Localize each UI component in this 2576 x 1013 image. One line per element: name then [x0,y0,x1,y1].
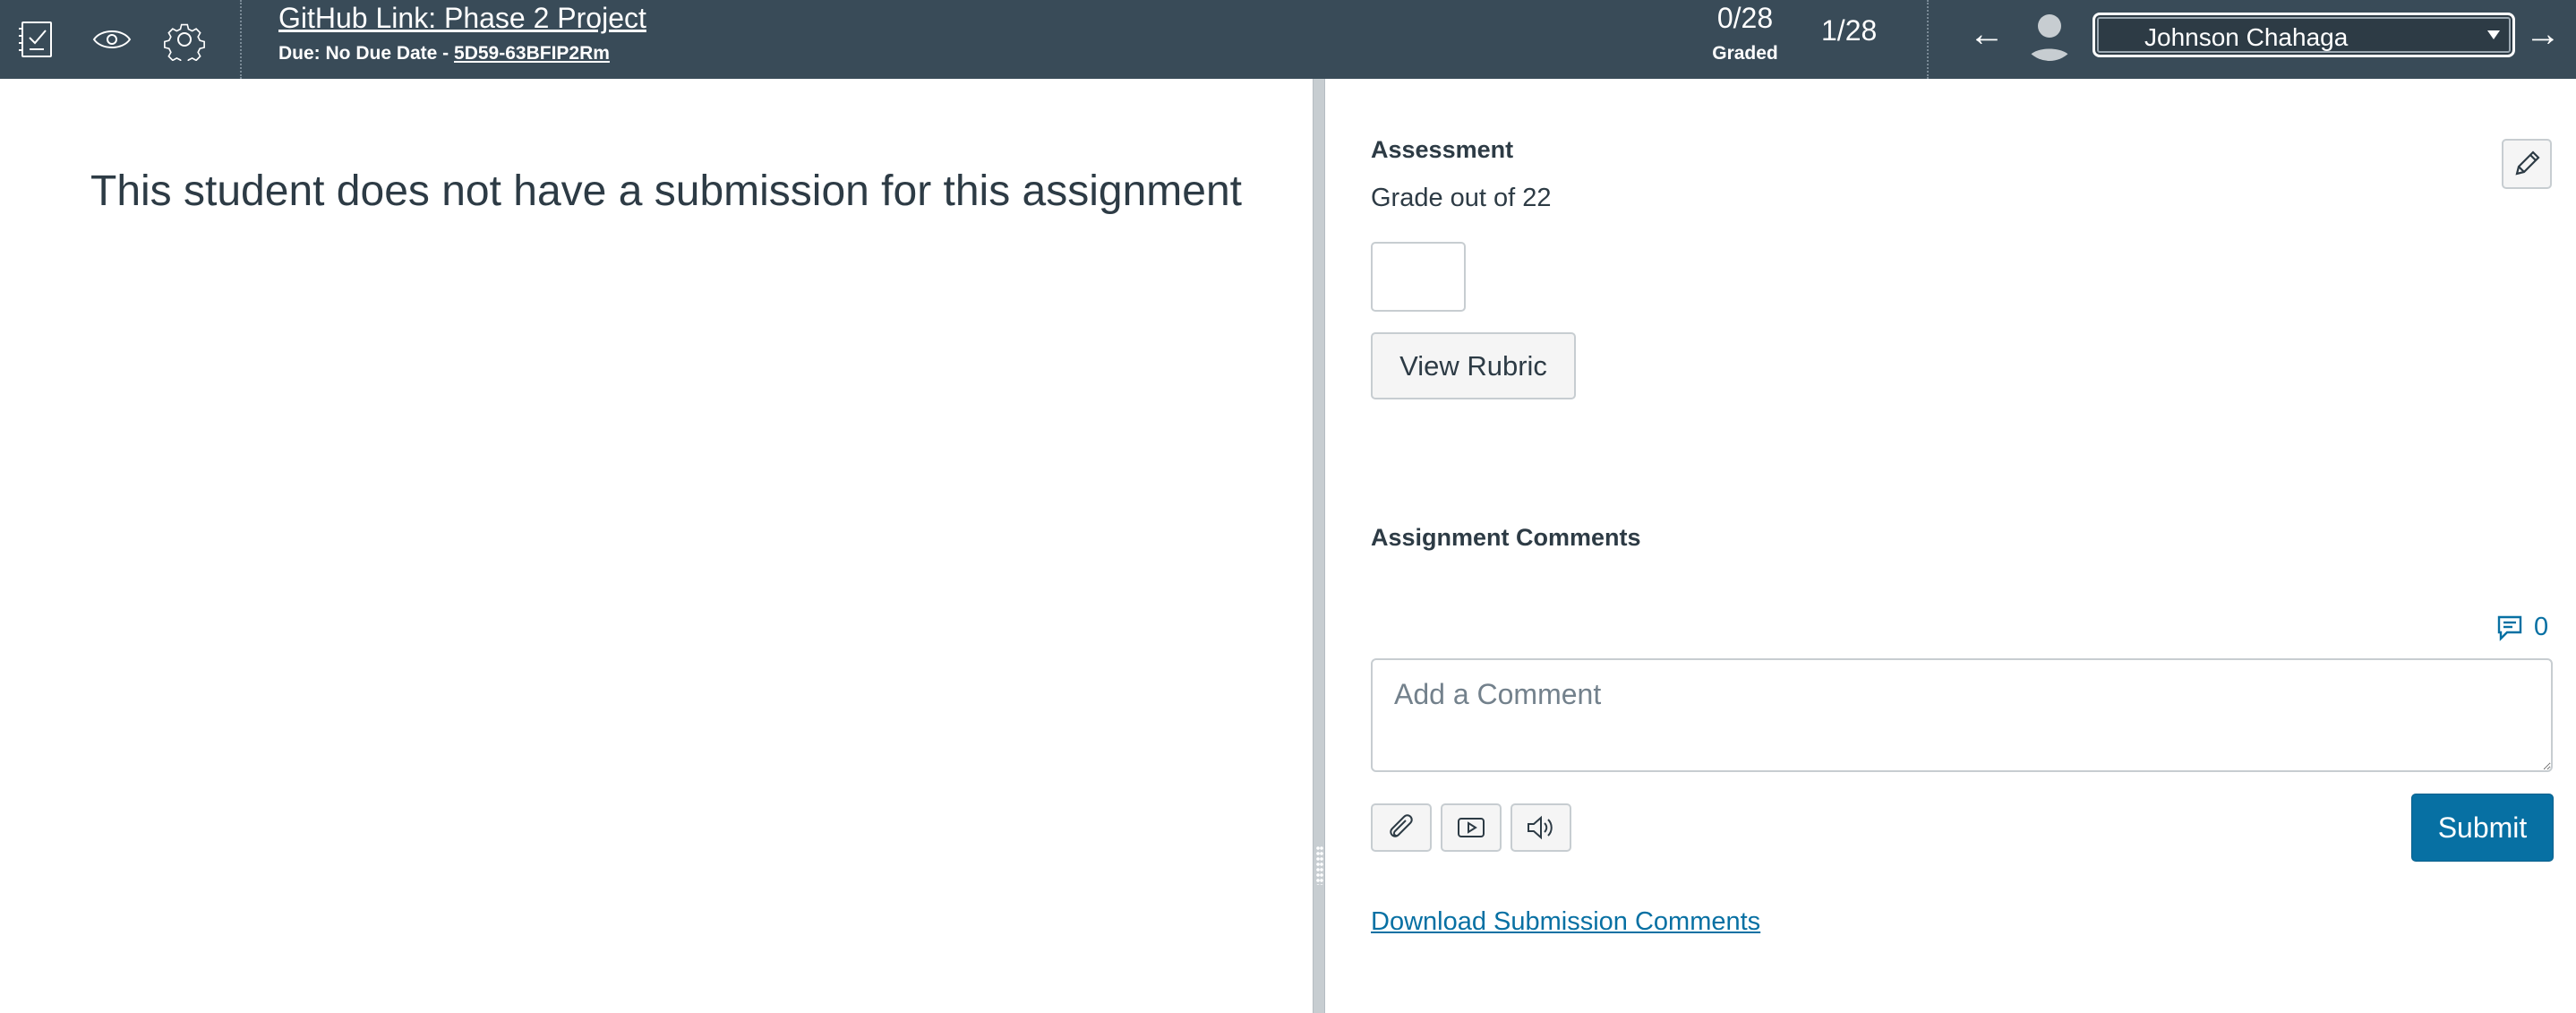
paperclip-icon [1390,814,1413,837]
comment-count-value: 0 [2534,613,2549,641]
comment-icon [2497,615,2522,641]
arrow-left-icon[interactable]: ← [1969,13,2005,56]
edit-button[interactable] [2502,139,2552,189]
eye-icon[interactable] [87,14,137,64]
submit-button[interactable]: Submit [2411,794,2554,862]
no-submission-message: This student does not have a submission … [90,167,1243,215]
speedgrader-header: GitHub Link: Phase 2 Project Due: No Due… [0,0,2576,79]
header-separator [240,0,242,79]
view-rubric-button[interactable]: View Rubric [1371,332,1576,399]
student-select[interactable]: Johnson Chahaga [2092,13,2515,57]
chevron-down-icon [2487,30,2500,39]
gear-icon[interactable] [159,14,210,64]
student-position: 1/28 [1821,14,1878,47]
graded-label: Graded [1712,43,1778,64]
anonymous-id-link[interactable]: 5D59-63BFIP2Rm [454,43,610,64]
grade-out-of: Grade out of 22 [1371,184,1552,212]
audio-comment-button[interactable] [1511,803,1571,852]
header-separator [1927,0,1929,79]
assessment-heading: Assessment [1371,136,1514,163]
gradebook-icon[interactable] [13,14,63,64]
comment-input[interactable] [1371,658,2553,772]
avatar-icon [2022,5,2077,61]
grade-input[interactable] [1371,242,1466,312]
download-submission-comments-link[interactable]: Download Submission Comments [1371,907,1760,937]
pencil-icon [2515,150,2540,176]
video-icon [1458,818,1485,837]
comment-count[interactable]: 0 [2496,613,2548,642]
assignment-comments-heading: Assignment Comments [1371,524,1641,551]
audio-icon [1528,815,1553,840]
due-date: Due: No Due Date - 5D59-63BFIP2Rm [278,43,610,64]
due-date-text: Due: No Due Date - [278,43,455,64]
assignment-title-link[interactable]: GitHub Link: Phase 2 Project [278,2,646,35]
selected-student-name: Johnson Chahaga [2144,23,2349,51]
graded-count: 0/28 [1716,2,1774,34]
media-comment-button[interactable] [1441,803,1502,852]
attach-file-button[interactable] [1371,803,1432,852]
arrow-right-icon[interactable]: → [2525,13,2561,56]
drag-grip-icon[interactable] [1316,846,1323,885]
